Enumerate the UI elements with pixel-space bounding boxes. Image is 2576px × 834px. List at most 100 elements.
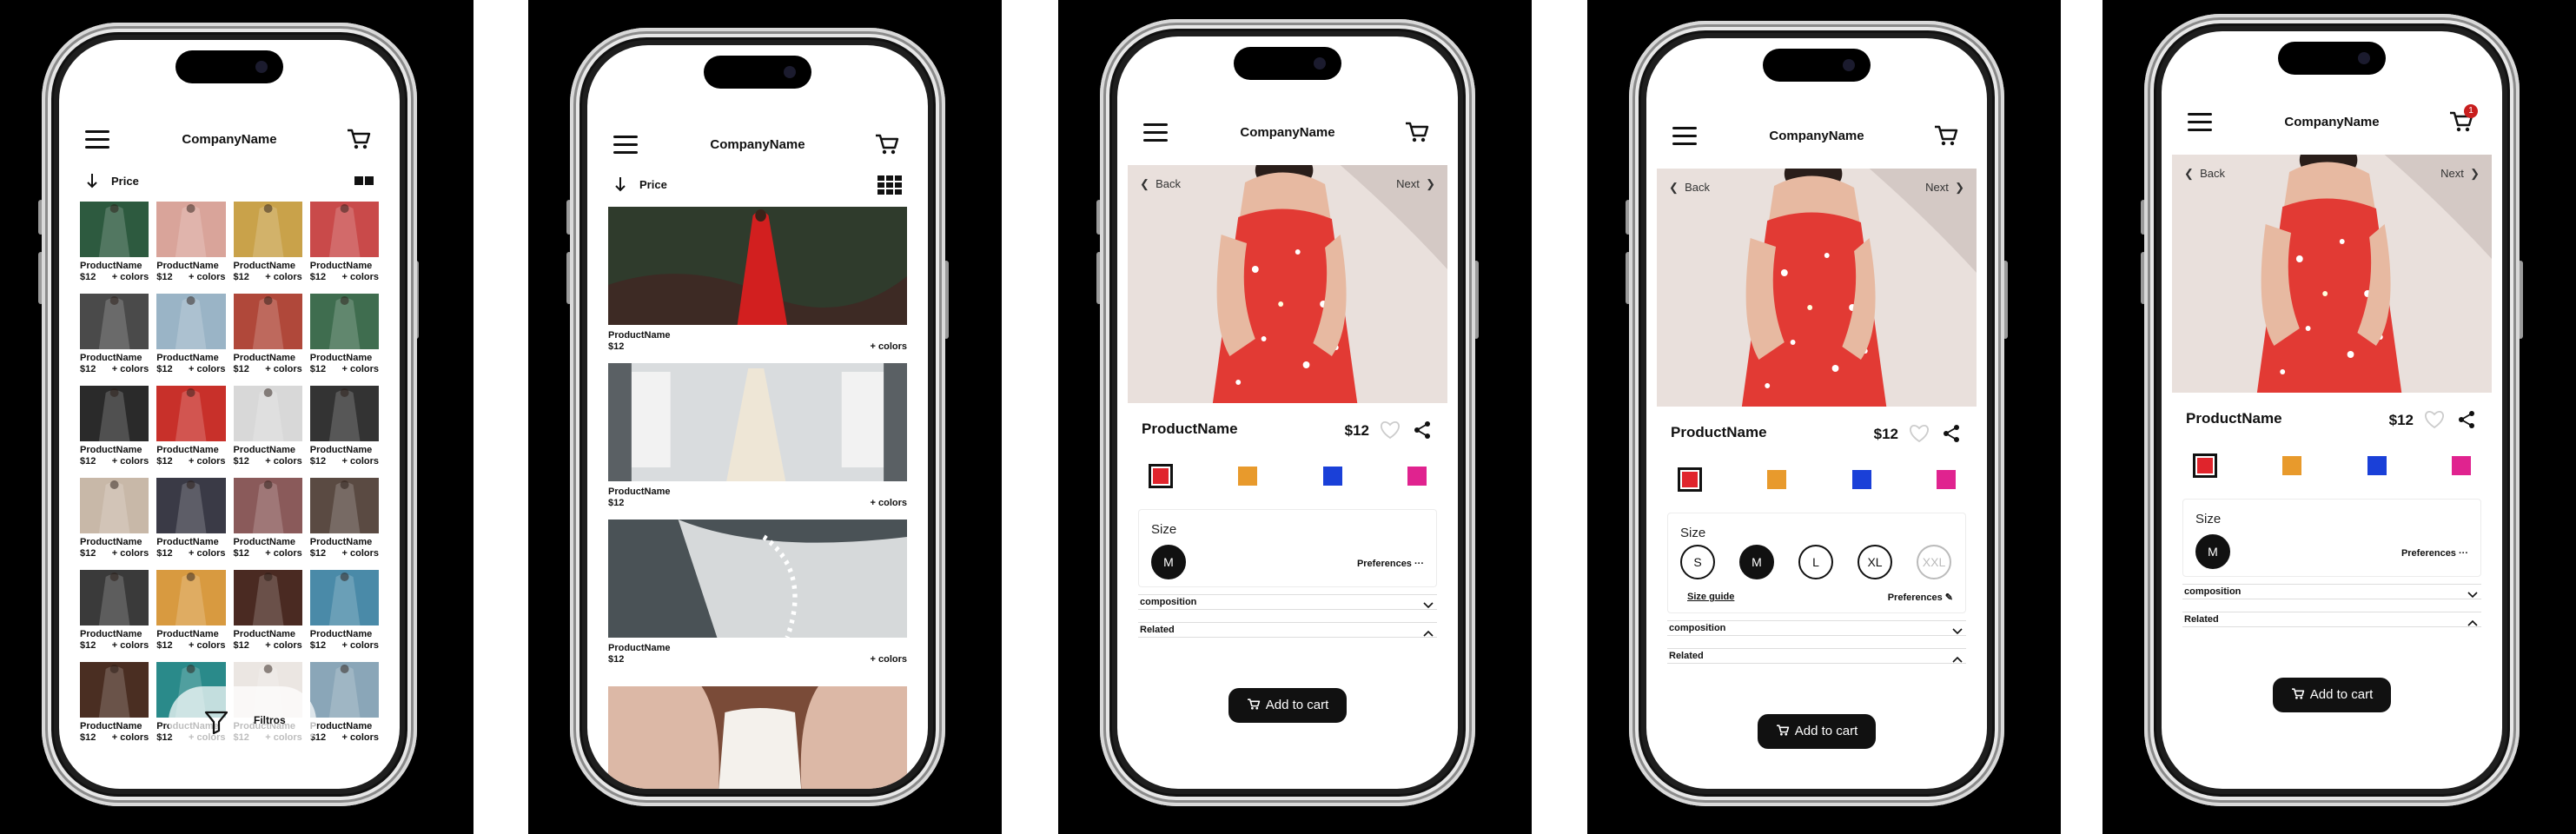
next-button[interactable]: Next ❯ [2440,167,2480,181]
color-swatch-pink[interactable] [1936,470,1956,489]
sort-arrow-icon[interactable] [613,175,627,197]
preferences-link[interactable]: Preferences ✎ [1888,592,1953,603]
product-thumbnail[interactable] [233,570,302,626]
cart-icon[interactable]: 1 [1933,123,1959,148]
product-hero-image[interactable]: ❮ Back Next ❯ [2172,155,2492,393]
product-thumbnail[interactable] [309,478,379,533]
composition-accordion[interactable]: composition [1138,594,1437,610]
size-option[interactable]: L [1798,545,1833,579]
color-swatch-orange[interactable] [1238,467,1258,486]
composition-accordion[interactable]: composition [2182,584,2481,599]
cart-icon[interactable]: 1 [1404,120,1430,144]
product-hero-image[interactable]: ❮ Back Next ❯ [1128,165,1447,403]
product-thumbnail[interactable] [309,386,379,441]
size-guide-link[interactable]: Size guide [1687,592,1734,602]
size-option[interactable]: S [1680,545,1715,579]
product-thumbnail[interactable] [233,386,302,441]
product-image[interactable] [608,520,907,638]
heart-icon[interactable] [1380,420,1401,444]
back-button[interactable]: ❮ Back [2184,167,2225,181]
sort-label[interactable]: Price [111,175,139,188]
share-icon[interactable] [1413,420,1432,444]
color-swatch-blue[interactable] [1851,470,1871,489]
size-option[interactable]: M [1151,545,1186,579]
product-thumbnail[interactable] [80,294,149,349]
product-card[interactable]: ProductName$12+ colors [80,294,149,375]
add-to-cart-button[interactable]: Add to cart [1758,714,1876,749]
product-card[interactable]: ProductName$12+ colors [309,386,379,467]
product-card[interactable]: ProductName$12+ colors [80,386,149,467]
color-swatch-pink[interactable] [2451,456,2471,475]
heart-icon[interactable] [1909,424,1930,447]
related-accordion[interactable]: Related [2182,612,2481,627]
product-hero-image[interactable]: ❮ Back Next ❯ [1657,169,1977,407]
add-to-cart-button[interactable]: Add to cart [1228,688,1347,723]
sort-label[interactable]: Price [639,178,667,191]
product-thumbnail[interactable] [156,478,226,533]
product-card[interactable]: ProductName$12+ colors [156,478,226,559]
product-list-item[interactable]: ProductName $12 + colors [608,363,907,509]
preferences-link[interactable]: Preferences ··· [1357,559,1424,569]
product-thumbnail[interactable] [80,202,149,257]
size-option[interactable]: XL [1858,545,1892,579]
product-thumbnail[interactable] [309,202,379,257]
share-icon[interactable] [2457,410,2476,434]
color-swatch-pink[interactable] [1407,467,1427,486]
product-thumbnail[interactable] [80,478,149,533]
filter-button[interactable]: Filtros [169,686,316,756]
size-option[interactable]: M [1739,545,1774,579]
related-accordion[interactable]: Related [1138,622,1437,638]
product-card[interactable]: ProductName$12+ colors [309,662,379,744]
preferences-link[interactable]: Preferences ··· [2401,548,2468,559]
back-button[interactable]: ❮ Back [1669,181,1710,195]
product-card[interactable]: ProductName$12+ colors [309,202,379,283]
product-thumbnail[interactable] [233,478,302,533]
add-to-cart-button[interactable]: Add to cart [2273,678,2391,712]
product-thumbnail[interactable] [156,386,226,441]
color-swatch-red[interactable] [1149,464,1173,488]
color-swatch-orange[interactable] [1767,470,1787,489]
product-thumbnail[interactable] [309,570,379,626]
product-image[interactable] [608,363,907,481]
product-thumbnail[interactable] [156,294,226,349]
product-list-item[interactable]: ProductName $12 + colors [608,520,907,665]
product-list-item[interactable]: ProductName $12 + colors [608,207,907,353]
product-thumbnail[interactable] [80,386,149,441]
related-accordion[interactable]: Related [1667,648,1966,664]
back-button[interactable]: ❮ Back [1140,177,1181,191]
color-swatch-orange[interactable] [2282,456,2302,475]
product-thumbnail[interactable] [80,570,149,626]
product-card[interactable]: ProductName$12+ colors [156,570,226,652]
product-card[interactable]: ProductName$12+ colors [156,294,226,375]
product-card[interactable]: ProductName$12+ colors [233,386,302,467]
grid-view-icon[interactable] [354,175,374,191]
product-card[interactable]: ProductName$12+ colors [309,570,379,652]
color-swatch-red[interactable] [2193,453,2217,478]
size-option[interactable]: M [2195,534,2230,569]
product-thumbnail[interactable] [233,202,302,257]
cart-icon[interactable]: 1 [2448,104,2478,134]
product-thumbnail[interactable] [309,294,379,349]
product-card[interactable]: ProductName$12+ colors [309,294,379,375]
product-card[interactable]: ProductName$12+ colors [233,294,302,375]
product-thumbnail[interactable] [233,294,302,349]
next-button[interactable]: Next ❯ [1925,181,1964,195]
product-thumbnail[interactable] [80,662,149,718]
product-card[interactable]: ProductName$12+ colors [233,202,302,283]
share-icon[interactable] [1942,424,1961,447]
color-swatch-blue[interactable] [1322,467,1342,486]
product-card[interactable]: ProductName$12+ colors [80,478,149,559]
next-button[interactable]: Next ❯ [1396,177,1435,191]
product-thumbnail[interactable] [156,202,226,257]
size-option[interactable]: XXL [1917,545,1951,579]
product-card[interactable]: ProductName$12+ colors [233,478,302,559]
product-card[interactable]: ProductName$12+ colors [309,478,379,559]
product-thumbnail[interactable] [156,570,226,626]
product-card[interactable]: ProductName$12+ colors [80,570,149,652]
product-card[interactable]: ProductName$12+ colors [80,662,149,744]
product-thumbnail[interactable] [309,662,379,718]
cart-icon[interactable] [346,127,372,151]
sort-arrow-icon[interactable] [85,172,99,194]
list-view-icon[interactable] [877,175,902,199]
product-card[interactable]: ProductName$12+ colors [156,386,226,467]
